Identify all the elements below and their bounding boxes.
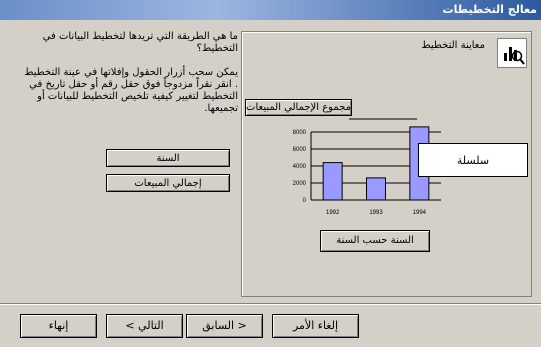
back-button[interactable]: < السابق bbox=[186, 314, 263, 338]
series-drop-area[interactable]: سلسلة bbox=[418, 143, 528, 177]
field-button-total-sales[interactable]: إجمالي المبيعات bbox=[106, 174, 230, 192]
y-tick-label: 8000 bbox=[293, 130, 307, 136]
window-title: معالج التخطيطات bbox=[0, 0, 541, 20]
help-text: يمكن سحب أزرار الحقول وإفلاتها في عينة ا… bbox=[24, 67, 238, 114]
y-tick-label: 0 bbox=[303, 198, 307, 204]
axis-field-button[interactable]: السنة حسب السنة bbox=[320, 230, 430, 252]
x-tick-label: 1994 bbox=[413, 210, 427, 216]
y-tick-label: 6000 bbox=[293, 147, 307, 153]
y-tick-label: 4000 bbox=[293, 164, 307, 170]
x-tick-label: 1993 bbox=[369, 210, 383, 216]
x-tick-label: 1992 bbox=[326, 210, 340, 216]
separator bbox=[0, 303, 541, 305]
finish-button[interactable]: إنهاء bbox=[20, 314, 97, 338]
sum-field-button[interactable]: مجموع الإجمالي المبيعات bbox=[245, 99, 352, 116]
cancel-button[interactable]: إلغاء الأمر bbox=[272, 314, 359, 338]
field-button-year[interactable]: السنة bbox=[106, 149, 230, 167]
question-text: ما هي الطريقة التي تريدها لتخطيط البيانا… bbox=[42, 31, 238, 54]
next-button[interactable]: التالي > bbox=[106, 314, 183, 338]
chart-preview-panel: معاينة التخطيط 0 2000 4000 6000 8000 1992 1993… bbox=[241, 31, 532, 297]
y-tick-label: 2000 bbox=[293, 181, 307, 187]
bar-1993 bbox=[366, 177, 386, 201]
bar-1992 bbox=[322, 162, 343, 201]
